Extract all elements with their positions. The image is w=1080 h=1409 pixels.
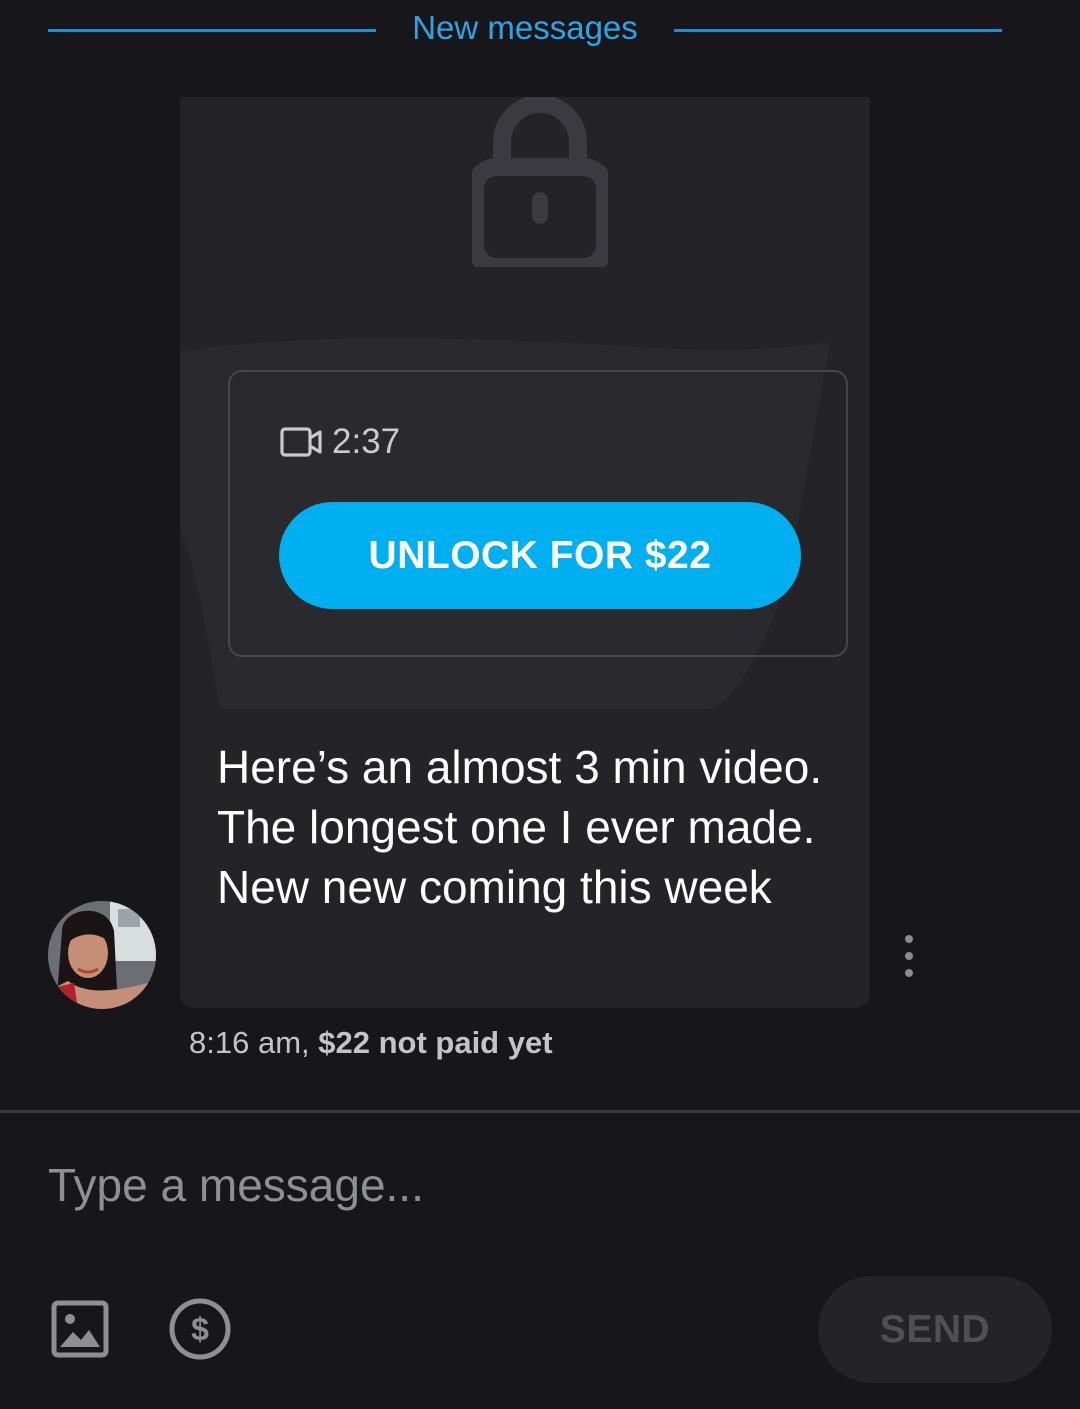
locked-media-card: 2:37 UNLOCK FOR $22 (228, 370, 848, 657)
message-text: Here’s an almost 3 min video. The longes… (217, 741, 823, 913)
message-bubble: 2:37 UNLOCK FOR $22 Here’s an almost 3 m… (180, 97, 870, 1008)
message-time: 8:16 am, (189, 1025, 310, 1060)
divider-line-left (48, 29, 376, 32)
composer-divider (0, 1110, 1080, 1113)
avatar-image (48, 901, 156, 1009)
dollar-circle-icon: $ (169, 1298, 231, 1360)
message-input[interactable] (48, 1140, 1032, 1230)
sender-avatar[interactable] (48, 901, 156, 1009)
send-button[interactable]: SEND (818, 1276, 1052, 1383)
image-icon (51, 1300, 109, 1358)
send-tip-button[interactable]: $ (168, 1297, 232, 1361)
more-dot (905, 952, 913, 960)
unlock-button[interactable]: UNLOCK FOR $22 (279, 502, 801, 609)
more-dot (905, 935, 913, 943)
new-messages-label: New messages (412, 9, 638, 46)
duration-text: 2:37 (332, 422, 401, 461)
divider-line-right (674, 29, 1002, 32)
new-messages-divider: New messages (0, 0, 1080, 60)
lock-icon (472, 97, 608, 267)
more-vertical-icon[interactable] (893, 935, 925, 977)
locked-media-preview[interactable]: 2:37 UNLOCK FOR $22 (180, 97, 870, 709)
chat-screen: New messages 2:37 UNLOCK FOR $22 Here’s … (0, 0, 1080, 1409)
payment-status: $22 not paid yet (318, 1025, 553, 1060)
more-dot (905, 969, 913, 977)
message-meta: 8:16 am, $22 not paid yet (189, 1022, 553, 1064)
attach-image-button[interactable] (48, 1297, 112, 1361)
svg-text:$: $ (191, 1311, 209, 1347)
video-camera-icon (280, 427, 322, 457)
video-duration: 2:37 (280, 422, 400, 462)
